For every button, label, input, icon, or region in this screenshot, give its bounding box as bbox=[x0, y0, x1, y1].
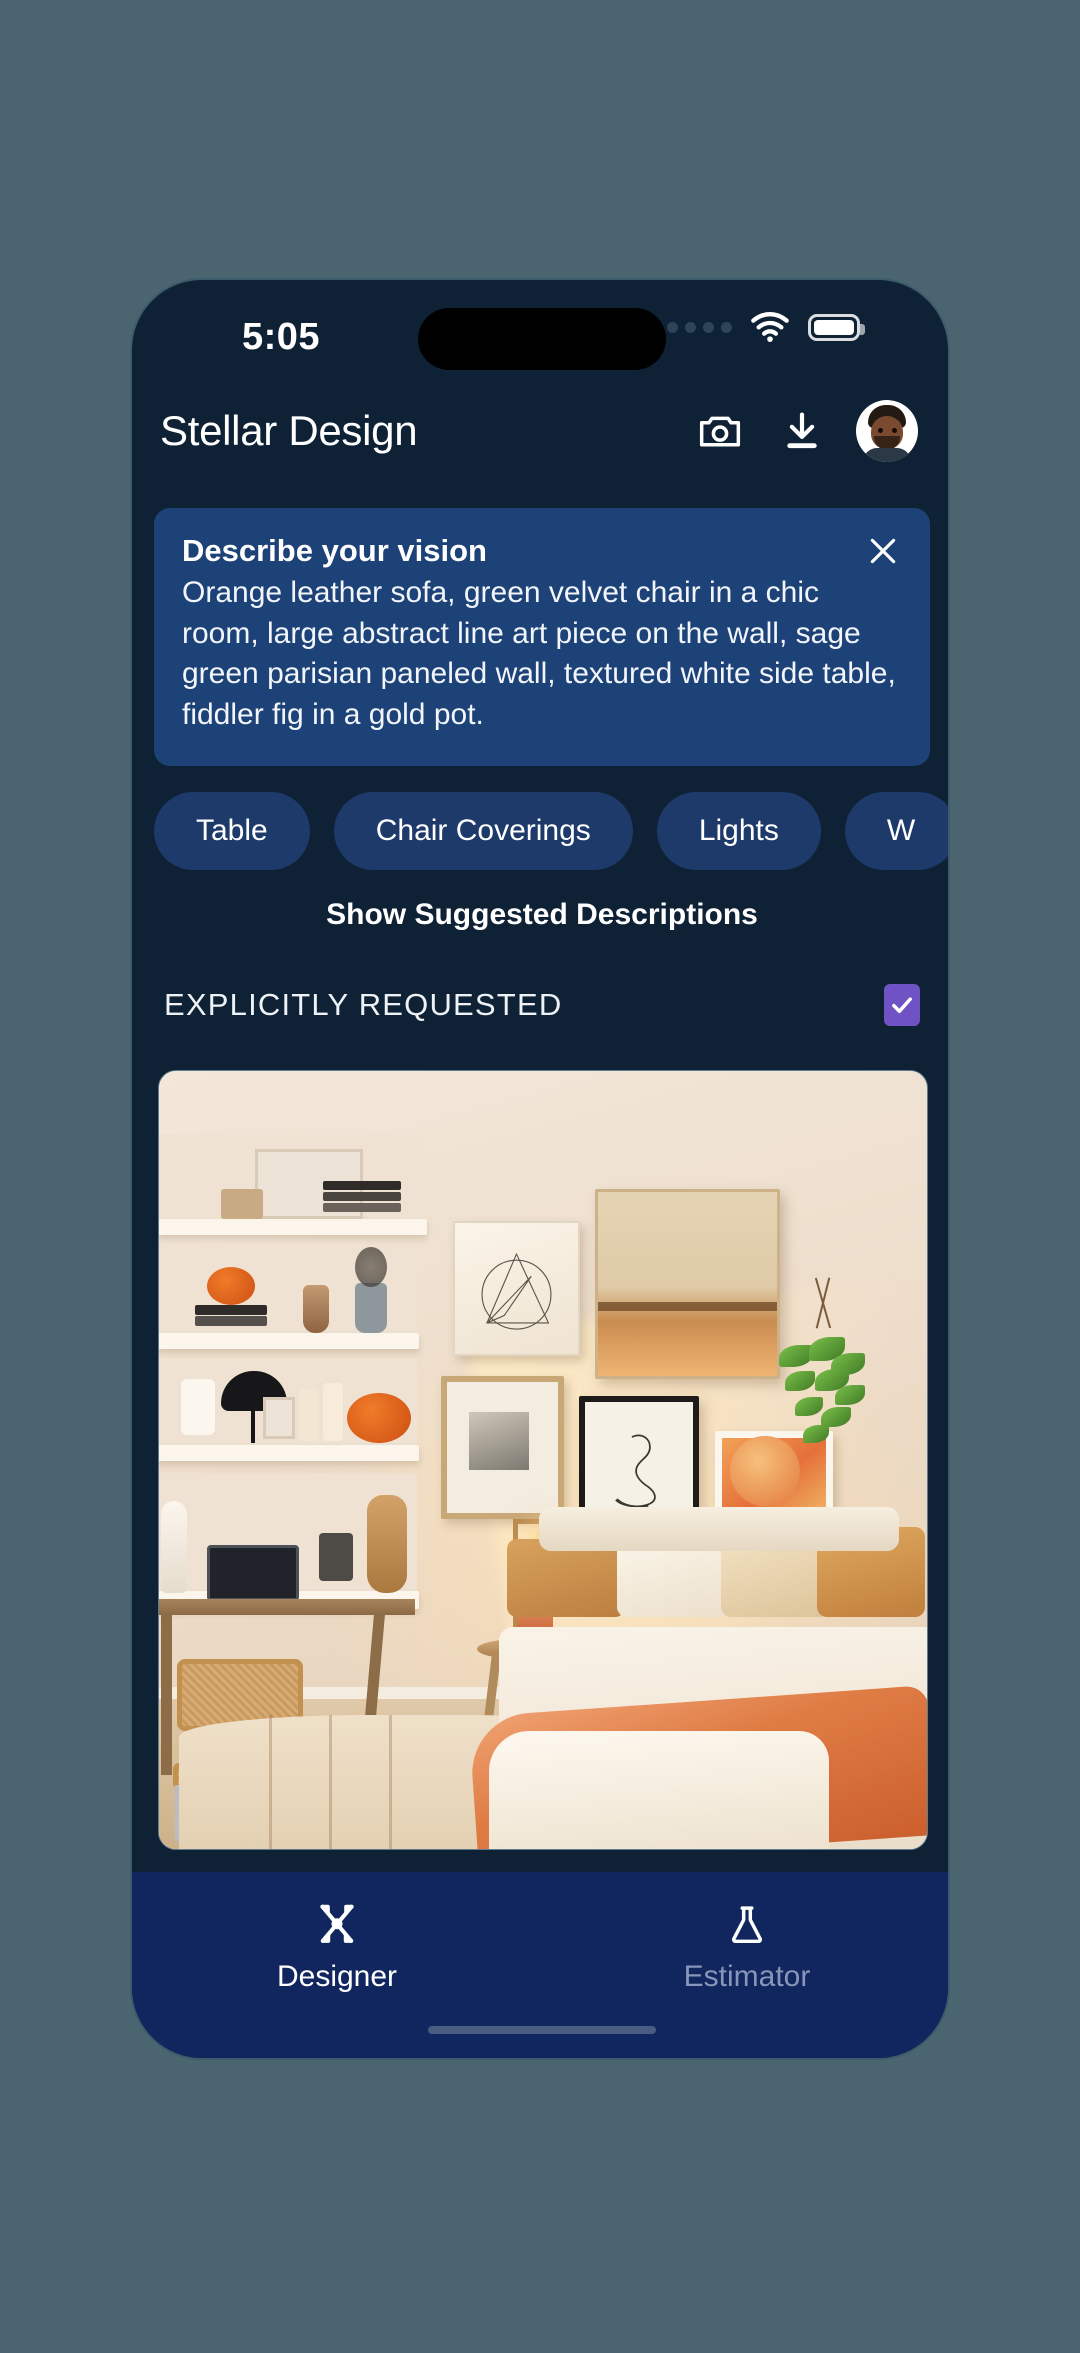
explicitly-requested-label: EXPLICITLY REQUESTED bbox=[164, 987, 563, 1022]
bottom-tab-bar: Designer Estimator bbox=[132, 1872, 948, 2058]
chip-table[interactable]: Table bbox=[154, 792, 310, 870]
close-icon[interactable] bbox=[860, 528, 906, 574]
show-suggested-descriptions-button[interactable]: Show Suggested Descriptions bbox=[132, 898, 948, 932]
chip-lights[interactable]: Lights bbox=[656, 792, 821, 870]
tab-designer[interactable]: Designer bbox=[132, 1872, 542, 2012]
checkmark-icon bbox=[892, 997, 912, 1014]
wifi-icon bbox=[750, 312, 790, 342]
vision-card-description: Orange leather sofa, green velvet chair … bbox=[182, 575, 896, 732]
cellular-dots-icon bbox=[667, 321, 732, 333]
wall-art-landscape bbox=[595, 1189, 780, 1379]
home-indicator[interactable] bbox=[428, 2026, 656, 2034]
battery-icon bbox=[808, 313, 865, 341]
status-bar: 5:05 bbox=[132, 280, 948, 385]
wall-art-geometric bbox=[453, 1221, 580, 1356]
tab-estimator-label: Estimator bbox=[683, 1960, 811, 1993]
tab-estimator[interactable]: Estimator bbox=[542, 1872, 948, 2012]
generated-room-image[interactable] bbox=[158, 1070, 928, 1850]
download-icon[interactable] bbox=[772, 403, 832, 459]
screenshot-root: 5:05 Stellar Design Describe your vision… bbox=[0, 0, 1080, 2353]
wall-art-photo bbox=[441, 1376, 564, 1519]
avatar[interactable] bbox=[856, 400, 918, 462]
tab-designer-label: Designer bbox=[276, 1960, 398, 1993]
chip-partial[interactable]: W bbox=[844, 792, 948, 870]
app-header: Stellar Design bbox=[132, 385, 948, 477]
hanging-plant bbox=[769, 1277, 879, 1463]
vision-card-title: Describe your vision bbox=[182, 533, 487, 568]
explicitly-requested-checkbox[interactable] bbox=[884, 984, 920, 1026]
page-title: Stellar Design bbox=[160, 407, 418, 454]
status-time: 5:05 bbox=[242, 316, 321, 358]
crossed-tools-icon bbox=[320, 1904, 354, 1943]
dynamic-island bbox=[418, 308, 666, 370]
room-illustration bbox=[159, 1071, 927, 1849]
status-indicators bbox=[667, 312, 865, 342]
explicitly-requested-row[interactable]: EXPLICITLY REQUESTED bbox=[146, 970, 938, 1040]
category-chips[interactable]: Table Chair Coverings Lights W bbox=[154, 788, 948, 874]
flask-icon bbox=[732, 1906, 762, 1944]
camera-icon[interactable] bbox=[690, 403, 750, 459]
describe-vision-card[interactable]: Describe your vision Orange leather sofa… bbox=[154, 508, 930, 766]
chip-chair-coverings[interactable]: Chair Coverings bbox=[333, 792, 633, 870]
phone-frame: 5:05 Stellar Design Describe your vision… bbox=[130, 278, 950, 2060]
bed bbox=[468, 1505, 927, 1849]
